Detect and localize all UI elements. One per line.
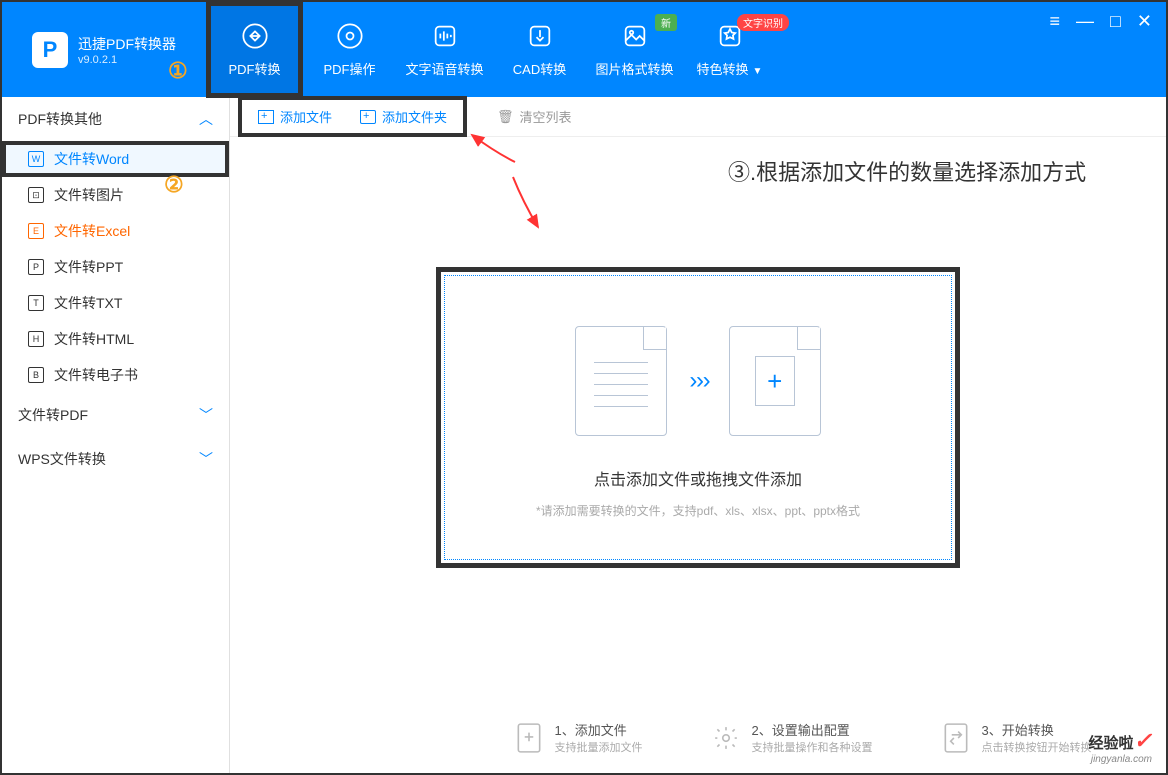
convert-icon [240,21,270,51]
step-2: 2、设置输出配置 支持批量操作和各种设置 [712,720,873,755]
sidebar-item-ebook[interactable]: B 文件转电子书 [2,357,229,393]
step-title: 2、设置输出配置 [752,720,873,739]
file-ebook-icon: B [28,367,44,383]
annotation-2: ② [164,172,184,198]
nav-label: PDF转换 [228,59,280,78]
cad-icon [525,21,555,51]
tab-image[interactable]: 新 图片格式转换 [587,2,682,97]
add-file-icon [258,110,274,124]
file-word-icon: W [28,151,44,167]
chevron-up-icon: ︿ [199,109,213,129]
dropzone-illustration: › › › + [475,326,921,436]
add-folder-button[interactable]: 添加文件夹 [346,102,461,131]
close-button[interactable]: ✕ [1137,12,1152,30]
main: PDF转换其他 ︿ W 文件转Word ② ⊡ 文件转图片 E 文件转Excel… [2,97,1166,773]
sidebar-item-label: 文件转Excel [54,221,130,241]
file-excel-icon: E [28,223,44,239]
content: 添加文件 添加文件夹 🗑 清空列表 ③.根据添加文件的数量选择添加方式 [230,97,1166,773]
app-version: v9.0.2.1 [78,54,176,66]
file-ppt-icon: P [28,259,44,275]
sidebar-item-label: 文件转电子书 [54,365,138,385]
step-gear-icon [712,721,740,755]
tab-pdf-operate[interactable]: PDF操作 [302,2,397,97]
app-name: 迅捷PDF转换器 [78,34,176,54]
badge-new: 新 [655,14,677,31]
toolbar: 添加文件 添加文件夹 🗑 清空列表 [230,97,1166,137]
sidebar-section-wps[interactable]: WPS文件转换 ﹀ [2,437,229,481]
window-controls: ≡ — □ ✕ [1050,12,1152,30]
nav-label: PDF操作 [323,59,375,78]
arrows-icon: › › › [689,367,706,395]
trash-icon: 🗑 [497,109,514,125]
nav-tabs: PDF转换 PDF操作 文字语音转换 CAD转换 新 图片格式转换 文字识别 特… [207,2,777,97]
nav-label: 文字语音转换 [405,59,483,78]
image-icon [620,21,650,51]
dropzone[interactable]: › › › + 点击添加文件或拖拽文件添加 *请添加需要转换的文件，支持pdf、… [444,275,952,560]
add-folder-icon [360,110,376,124]
chevron-down-icon: ﹀ [199,405,213,425]
step-add-icon [515,721,543,755]
sidebar-item-label: 文件转图片 [54,185,124,205]
step-3: 3、开始转换 点击转换按钮开始转换 [942,720,1092,755]
nav-label: CAD转换 [513,59,566,78]
sidebar-item-ppt[interactable]: P 文件转PPT [2,249,229,285]
dropzone-container: › › › + 点击添加文件或拖拽文件添加 *请添加需要转换的文件，支持pdf、… [436,267,960,568]
sidebar-section-to-pdf[interactable]: 文件转PDF ﹀ [2,393,229,437]
add-file-button[interactable]: 添加文件 [244,102,346,131]
sidebar-item-word[interactable]: W 文件转Word [2,141,229,177]
step-sub: 点击转换按钮开始转换 [982,739,1092,755]
sidebar-item-label: 文件转TXT [54,293,122,313]
chevron-down-icon: ﹀ [199,449,213,469]
step-title: 1、添加文件 [555,720,643,739]
sidebar-item-label: 文件转Word [54,149,129,169]
annotation-arrow-icon [508,172,548,232]
sidebar-item-excel[interactable]: E 文件转Excel [2,213,229,249]
annotation-1: ① [168,58,188,84]
watermark: 经验啦✓ jingyanla.com [1089,728,1152,765]
document-icon [575,326,667,436]
sidebar-section-pdf-other[interactable]: PDF转换其他 ︿ [2,97,229,141]
toolbar-group-highlighted: 添加文件 添加文件夹 [242,100,463,133]
plus-icon: + [755,356,795,406]
minimize-button[interactable]: — [1076,12,1094,30]
document-add-icon: + [729,326,821,436]
maximize-button[interactable]: □ [1110,12,1121,30]
step-1: 1、添加文件 支持批量添加文件 [515,720,643,755]
badge-ocr: 文字识别 [737,14,789,31]
header: P 迅捷PDF转换器 v9.0.2.1 ① PDF转换 PDF操作 文字语音转换… [2,2,1166,97]
step-title: 3、开始转换 [982,720,1092,739]
tab-special[interactable]: 文字识别 特色转换▼ [682,2,777,97]
bottom-steps: 1、添加文件 支持批量添加文件 2、设置输出配置 支持批量操作和各种设置 3、开… [480,720,1126,755]
sidebar-item-txt[interactable]: T 文件转TXT [2,285,229,321]
step-convert-icon [942,721,970,755]
chevron-down-icon: ▼ [753,66,763,77]
file-html-icon: H [28,331,44,347]
menu-button[interactable]: ≡ [1050,12,1061,30]
annotation-3-text: ③.根据添加文件的数量选择添加方式 [728,155,1086,187]
step-sub: 支持批量操作和各种设置 [752,739,873,755]
file-txt-icon: T [28,295,44,311]
operate-icon [335,21,365,51]
speech-icon [430,21,460,51]
tab-cad[interactable]: CAD转换 [492,2,587,97]
dropzone-main-text: 点击添加文件或拖拽文件添加 [475,466,921,490]
file-image-icon: ⊡ [28,187,44,203]
nav-label: 特色转换▼ [697,59,763,78]
sidebar-item-label: 文件转HTML [54,329,134,349]
nav-label: 图片格式转换 [595,59,673,78]
sidebar-item-image[interactable]: ⊡ 文件转图片 [2,177,229,213]
logo-icon: P [32,32,68,68]
tab-pdf-convert[interactable]: PDF转换 [207,2,302,97]
sidebar: PDF转换其他 ︿ W 文件转Word ② ⊡ 文件转图片 E 文件转Excel… [2,97,230,773]
clear-list-button[interactable]: 🗑 清空列表 [483,102,586,131]
sidebar-item-html[interactable]: H 文件转HTML [2,321,229,357]
tab-text-speech[interactable]: 文字语音转换 [397,2,492,97]
dropzone-sub-text: *请添加需要转换的文件，支持pdf、xls、xlsx、ppt、pptx格式 [475,502,921,519]
sidebar-item-label: 文件转PPT [54,257,123,277]
step-sub: 支持批量添加文件 [555,739,643,755]
